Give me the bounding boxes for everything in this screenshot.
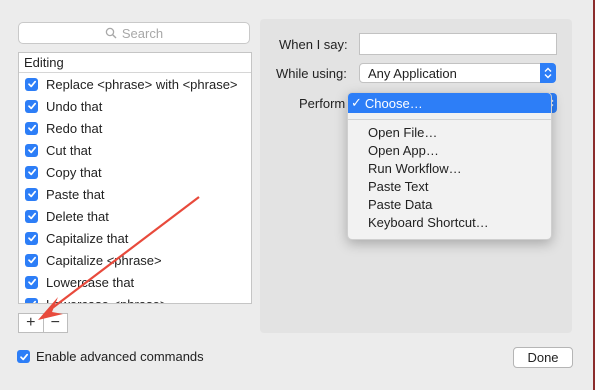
menu-item-label: Choose… — [364, 95, 423, 111]
add-command-button[interactable]: + — [19, 314, 44, 332]
checkmark-icon: ✓ — [351, 95, 362, 110]
command-label: Lowercase <phrase> — [46, 296, 168, 304]
when-i-say-input[interactable] — [359, 33, 557, 55]
remove-command-button[interactable]: − — [44, 314, 68, 332]
command-list[interactable]: Editing Replace <phrase> with <phrase> Un… — [18, 52, 252, 304]
select-arrows-icon — [540, 63, 556, 83]
checkmark-icon — [27, 256, 36, 264]
command-label: Cut that — [46, 142, 92, 158]
menu-item[interactable]: Open App… — [348, 142, 551, 160]
command-row[interactable]: Capitalize <phrase> — [19, 249, 251, 271]
command-row[interactable]: Replace <phrase> with <phrase> — [19, 73, 251, 95]
command-checkbox[interactable] — [25, 187, 38, 201]
command-row[interactable]: Lowercase that — [19, 271, 251, 293]
command-checkbox[interactable] — [25, 275, 38, 289]
advanced-checkbox[interactable] — [17, 350, 30, 363]
command-label: Capitalize that — [46, 230, 129, 246]
add-remove-control: + − — [18, 313, 68, 333]
menu-item[interactable]: Run Workflow… — [348, 160, 551, 178]
search-placeholder: Search — [121, 25, 164, 41]
menu-separator — [348, 119, 551, 120]
checkmark-icon — [27, 212, 36, 220]
command-label: Copy that — [46, 164, 102, 180]
search-icon — [105, 27, 117, 39]
command-checkbox[interactable] — [25, 297, 38, 303]
list-header: Editing — [19, 53, 251, 73]
command-checkbox[interactable] — [25, 253, 38, 267]
while-using-select[interactable]: Any Application — [359, 63, 556, 83]
menu-items: Open File… Open App… Run Workflow… Paste Te… — [348, 124, 551, 232]
command-row[interactable]: Delete that — [19, 205, 251, 227]
menu-item[interactable]: Keyboard Shortcut… — [348, 214, 551, 232]
command-row[interactable]: Capitalize that — [19, 227, 251, 249]
checkmark-icon — [27, 146, 36, 154]
advanced-label: Enable advanced commands — [36, 349, 204, 364]
checkmark-icon — [27, 102, 36, 110]
command-rows: Replace <phrase> with <phrase> Undo that R… — [19, 73, 251, 304]
command-label: Paste that — [46, 186, 105, 202]
command-checkbox[interactable] — [25, 231, 38, 245]
menu-item-choose[interactable]: ✓ Choose… — [348, 93, 551, 113]
command-label: Lowercase that — [46, 274, 135, 290]
menu-item[interactable]: Open File… — [348, 124, 551, 142]
checkmark-icon — [32, 300, 36, 303]
search-field[interactable]: Search — [18, 22, 250, 44]
checkmark-icon — [27, 80, 36, 88]
command-checkbox[interactable] — [25, 143, 38, 157]
command-row[interactable]: Undo that — [19, 95, 251, 117]
perform-label: Perform — [299, 96, 346, 111]
command-label: Undo that — [46, 98, 103, 114]
command-checkbox[interactable] — [25, 77, 38, 91]
advanced-commands-option[interactable]: Enable advanced commands — [17, 349, 204, 364]
command-checkbox[interactable] — [25, 165, 38, 179]
command-label: Capitalize <phrase> — [46, 252, 162, 268]
checkmark-icon — [27, 234, 36, 242]
while-using-value: Any Application — [368, 65, 457, 81]
while-using-label: While using: — [276, 66, 347, 81]
command-label: Replace <phrase> with <phrase> — [46, 76, 238, 92]
checkmark-icon — [27, 278, 36, 286]
menu-item[interactable]: Paste Text — [348, 178, 551, 196]
command-label: Delete that — [46, 208, 109, 224]
command-row[interactable]: Paste that — [19, 183, 251, 205]
checkmark-icon — [27, 190, 36, 198]
command-row[interactable]: Cut that — [19, 139, 251, 161]
menu-item[interactable]: Paste Data — [348, 196, 551, 214]
checkmark-icon — [27, 124, 36, 132]
command-row[interactable]: Lowercase <phrase> — [19, 293, 251, 304]
command-row[interactable]: Redo that — [19, 117, 251, 139]
checkmark-icon — [19, 353, 28, 360]
command-checkbox[interactable] — [25, 99, 38, 113]
done-button[interactable]: Done — [513, 347, 573, 368]
when-i-say-label: When I say: — [279, 37, 348, 52]
command-checkbox[interactable] — [25, 209, 38, 223]
checkmark-icon — [27, 168, 36, 176]
command-checkbox[interactable] — [25, 121, 38, 135]
perform-dropdown-menu: ✓ Choose… Open File… Open App… Run Workflo… — [347, 92, 552, 240]
command-row[interactable]: Copy that — [19, 161, 251, 183]
command-label: Redo that — [46, 120, 103, 136]
